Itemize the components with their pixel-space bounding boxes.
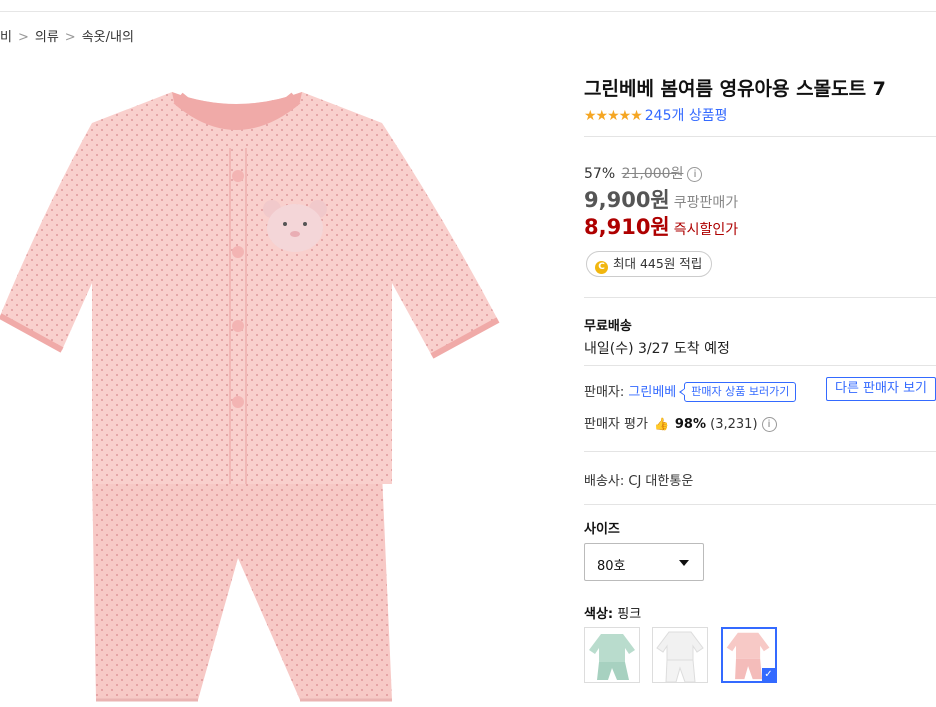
size-selected-value: 80호 xyxy=(597,559,626,574)
divider xyxy=(584,504,936,505)
product-rating[interactable]: ★★★★★ 245개 상품평 xyxy=(584,105,727,125)
info-icon[interactable]: i xyxy=(687,167,703,182)
rating-stars-icon: ★★★★★ xyxy=(584,108,643,124)
divider xyxy=(584,365,936,366)
seller-name-link[interactable]: 그린베베 xyxy=(628,385,676,400)
divider xyxy=(584,297,936,298)
white-outfit-thumbnail xyxy=(656,631,704,682)
seller-rating-row: 판매자 평가 👍 98% (3,231) i xyxy=(584,413,777,432)
check-icon: ✓ xyxy=(762,668,775,681)
seller-rating-percent: 98% xyxy=(674,417,707,432)
shipping-title: 무료배송 xyxy=(584,319,632,334)
seller-rating-label: 판매자 평가 xyxy=(584,417,648,432)
reward-badge[interactable]: C 최대 445원 적립 xyxy=(586,251,713,277)
instant-price: 8,910원 xyxy=(584,215,670,239)
coupang-price: 9,900원 xyxy=(584,188,670,212)
seller-row: 판매자: 그린베베 판매자 상품 보러가기 xyxy=(584,381,797,402)
divider xyxy=(584,451,936,452)
info-icon[interactable]: i xyxy=(761,417,777,432)
instant-price-row: 8,910원 즉시할인가 xyxy=(584,211,738,241)
divider xyxy=(584,136,936,137)
color-selected-value: 핑크 xyxy=(617,607,642,622)
arrival-date: 내일(수) 3/27 도착 예정 xyxy=(584,341,730,357)
color-swatch-white[interactable] xyxy=(652,627,708,683)
color-title: 색상: 핑크 xyxy=(584,603,641,622)
mint-outfit-thumbnail xyxy=(589,634,635,680)
product-image[interactable] xyxy=(0,88,500,703)
color-swatch-mint[interactable] xyxy=(584,627,640,683)
discount-row: 57% 21,000원 i xyxy=(584,163,703,183)
color-label: 색상: xyxy=(584,607,614,622)
instant-price-label: 즉시할인가 xyxy=(673,222,739,238)
breadcrumb: 비 > 의류 > 속옷/내의 xyxy=(0,26,134,45)
color-swatch-pink[interactable]: ✓ xyxy=(721,627,777,683)
breadcrumb-item[interactable]: 속옷/내의 xyxy=(82,30,134,45)
reward-text: 최대 445원 적립 xyxy=(613,256,703,271)
size-title: 사이즈 xyxy=(584,522,620,537)
product-title: 그린베베 봄여름 영유아용 스몰도트 7 xyxy=(584,78,886,100)
seller-products-tooltip[interactable]: 판매자 상품 보러가기 xyxy=(679,382,797,402)
seller-rating-count: (3,231) xyxy=(710,417,758,432)
breadcrumb-item[interactable]: 비 xyxy=(0,30,12,45)
other-sellers-button[interactable]: 다른 판매자 보기 xyxy=(826,377,936,401)
caret-down-icon xyxy=(679,560,689,566)
coupang-price-row: 9,900원 쿠팡판매가 xyxy=(584,184,738,214)
breadcrumb-separator: > xyxy=(17,30,29,45)
size-select[interactable]: 80호 xyxy=(584,543,704,581)
breadcrumb-separator: > xyxy=(64,30,76,45)
discount-rate: 57% xyxy=(584,166,616,182)
review-count-link[interactable]: 245개 상품평 xyxy=(645,108,728,124)
breadcrumb-item[interactable]: 의류 xyxy=(35,30,59,45)
cash-coin-icon: C xyxy=(595,261,608,274)
coupang-price-label: 쿠팡판매가 xyxy=(673,195,739,211)
courier-info: 배송사: CJ 대한통운 xyxy=(584,474,694,489)
original-price: 21,000원 xyxy=(621,166,684,182)
thumbs-up-icon: 👍 xyxy=(653,417,669,431)
seller-label: 판매자: xyxy=(584,385,625,400)
